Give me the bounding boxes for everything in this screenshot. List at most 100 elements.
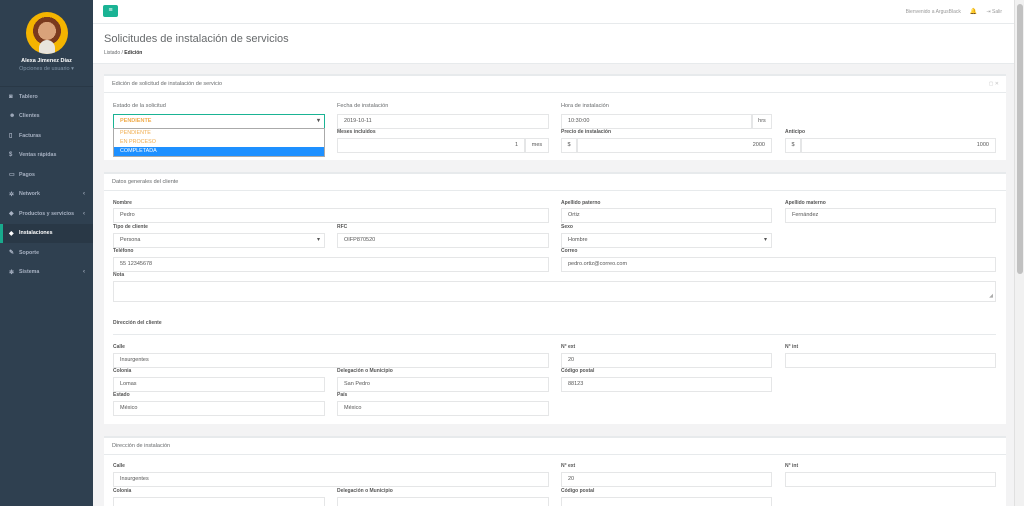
sidebar-item-soporte[interactable]: ✎ Soporte	[0, 243, 93, 263]
breadcrumb: Listado / Edición	[104, 50, 1003, 56]
fecha-input[interactable]: 2019-10-11	[337, 114, 549, 129]
breadcrumb-separator: /	[121, 50, 123, 56]
user-options-link[interactable]: Opciones de usuario ▾	[0, 66, 93, 72]
inst-calle-input[interactable]: Insurgentes	[113, 472, 549, 487]
hora-suffix: hrs	[752, 114, 772, 129]
colonia-label: Colonia	[113, 368, 132, 374]
credit-card-icon: ▭	[9, 172, 15, 179]
nombre-input[interactable]: Pedro	[113, 208, 549, 223]
pais-label: País	[337, 392, 348, 398]
chevron-left-icon: ‹	[83, 210, 85, 217]
sidebar-item-label: Sistema	[19, 269, 40, 276]
colonia-input[interactable]: Lomas	[113, 377, 325, 392]
precio-label: Precio de instalación	[561, 129, 612, 135]
sidebar-item-clientes[interactable]: ☻ Clientes	[0, 107, 93, 127]
top-navbar: ≡ Bienvenido a ArgusBlack 🔔 ⇥ Salir	[93, 0, 1014, 24]
precio-input[interactable]: 2000	[577, 138, 772, 153]
page-heading: Solicitudes de instalación de servicios …	[93, 24, 1014, 64]
resize-grip-icon[interactable]: ◢	[989, 293, 993, 299]
meses-input[interactable]: 1	[337, 138, 525, 153]
sexo-select[interactable]: Hombre	[561, 233, 772, 248]
page-scrollbar[interactable]	[1014, 0, 1024, 506]
option-completada[interactable]: COMPLETADA	[114, 147, 324, 156]
estado-dropdown: PENDIENTE EN PROCESO COMPLETADA	[113, 128, 325, 157]
inst-codigo-postal-input[interactable]	[561, 497, 772, 506]
chevron-left-icon: ‹	[83, 191, 85, 198]
sidebar-item-tablero[interactable]: ◙ Tablero	[0, 87, 93, 107]
hora-input[interactable]: 10:30:00	[561, 114, 752, 129]
apellido-materno-label: Apellido materno	[785, 200, 826, 206]
sidebar-item-pagos[interactable]: ▭ Pagos	[0, 165, 93, 185]
calle-label: Calle	[113, 344, 125, 350]
estado-select[interactable]: PENDIENTE	[113, 114, 325, 129]
panel-title: Dirección de instalación	[104, 438, 1006, 455]
tools-icon: ✎	[9, 250, 15, 257]
avatar[interactable]	[25, 12, 68, 54]
panel-title-text: Dirección de instalación	[112, 443, 171, 449]
menu-toggle-button[interactable]: ≡	[103, 5, 118, 17]
apellido-paterno-input[interactable]: Ortiz	[561, 208, 772, 223]
nota-label: Nota	[113, 272, 125, 278]
inst-colonia-input[interactable]	[113, 497, 325, 506]
chevron-left-icon: ‹	[83, 269, 85, 276]
sidebar-item-network[interactable]: ✲ Network ‹	[0, 185, 93, 205]
precio-prefix: $	[561, 138, 577, 153]
telefono-input[interactable]: 55 12345678	[113, 257, 549, 272]
anticipo-input[interactable]: 1000	[801, 138, 996, 153]
sidebar-item-ventas[interactable]: $ Ventas rápidas	[0, 146, 93, 166]
dashboard-icon: ◙	[9, 93, 13, 100]
sidebar-item-instalaciones[interactable]: ◆ Instalaciones	[0, 223, 93, 243]
breadcrumb-listado[interactable]: Listado	[104, 50, 120, 56]
correo-input[interactable]: pedro.ortiz@correo.com	[561, 257, 996, 272]
panel-tools-icons[interactable]: ▢ ✕	[989, 81, 999, 87]
codigo-postal-input[interactable]: 88123	[561, 377, 772, 392]
dollar-icon: $	[9, 152, 13, 159]
sidebar-item-label: Facturas	[19, 132, 42, 139]
anticipo-label: Anticipo	[785, 129, 805, 135]
pais-input[interactable]: México	[337, 401, 549, 416]
inst-num-int-input[interactable]	[785, 472, 996, 487]
anticipo-prefix: $	[785, 138, 801, 153]
users-icon: ☻	[9, 113, 16, 120]
delegacion-label: Delegación o Municipio	[337, 368, 393, 374]
sign-out-icon: ⇥	[986, 8, 991, 15]
panel-title-text: Edición de solicitud de instalación de s…	[112, 81, 223, 87]
inst-num-ext-input[interactable]: 20	[561, 472, 772, 487]
inst-colonia-label: Colonia	[113, 488, 132, 494]
file-icon: ▯	[9, 133, 13, 140]
rfc-input[interactable]: OIFP870520	[337, 233, 549, 248]
top-right-area: Bienvenido a ArgusBlack 🔔 ⇥ Salir	[906, 8, 1002, 16]
num-ext-input[interactable]: 20	[561, 353, 772, 368]
sidebar-item-facturas[interactable]: ▯ Facturas	[0, 126, 93, 146]
fecha-label: Fecha de instalación	[337, 103, 389, 109]
sidebar-item-label: Pagos	[19, 171, 35, 178]
sidebar-item-productos[interactable]: ◆ Productos y servicios ‹	[0, 204, 93, 224]
sidebar-item-label: Instalaciones	[19, 230, 53, 237]
sidebar-item-sistema[interactable]: ✻ Sistema ‹	[0, 263, 93, 283]
nota-textarea[interactable]: ◢	[113, 281, 996, 302]
sidebar-item-label: Soporte	[19, 249, 40, 256]
sidebar-nav: ◙ Tablero ☻ Clientes ▯ Facturas $ Ventas ráp…	[0, 86, 93, 282]
estado-dir-input[interactable]: México	[113, 401, 325, 416]
cogs-icon: ✻	[9, 269, 15, 276]
panel-title: Edición de solicitud de instalación de s…	[104, 76, 1006, 93]
estado-label: Estado de la solicitud	[113, 103, 166, 109]
hora-label: Hora de instalación	[561, 103, 609, 109]
option-en-proceso[interactable]: EN PROCESO	[114, 138, 324, 147]
tipo-cliente-select[interactable]: Persona	[113, 233, 325, 248]
bell-icon[interactable]: 🔔	[970, 8, 977, 15]
sidebar-item-label: Ventas rápidas	[19, 152, 57, 159]
nombre-label: Nombre	[113, 200, 132, 206]
direccion-cliente-heading: Dirección del cliente	[113, 320, 162, 326]
option-pendiente[interactable]: PENDIENTE	[114, 129, 324, 138]
apellido-materno-input[interactable]: Fernández	[785, 208, 996, 223]
num-int-input[interactable]	[785, 353, 996, 368]
scrollbar-thumb[interactable]	[1017, 4, 1023, 274]
logout-button[interactable]: ⇥ Salir	[986, 9, 1002, 15]
inst-num-int-label: N° int	[785, 463, 799, 469]
inst-delegacion-label: Delegación o Municipio	[337, 488, 393, 494]
sidebar-item-label: Clientes	[19, 113, 40, 120]
calle-input[interactable]: Insurgentes	[113, 353, 549, 368]
inst-delegacion-input[interactable]	[337, 497, 549, 506]
delegacion-input[interactable]: San Pedro	[337, 377, 549, 392]
